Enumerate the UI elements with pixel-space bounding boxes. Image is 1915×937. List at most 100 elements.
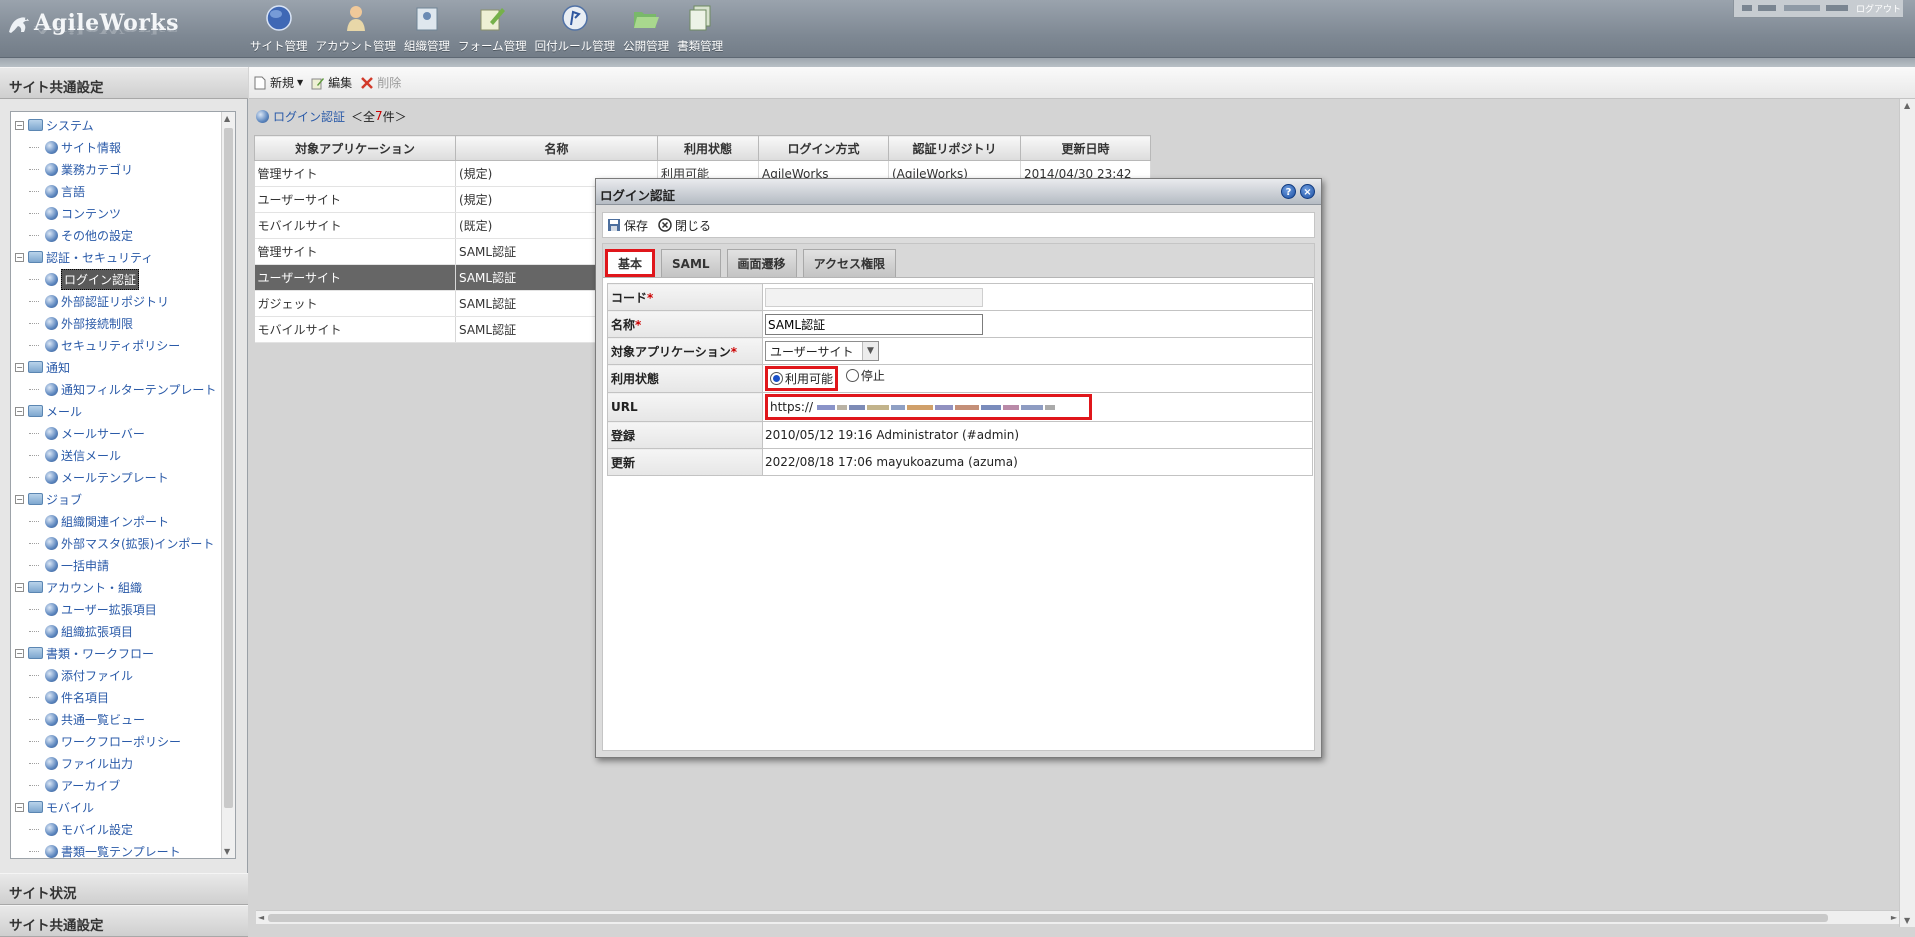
nav-publish-management[interactable]: 公開管理 bbox=[619, 4, 673, 56]
tree-folder[interactable]: − 書類・ワークフロー bbox=[15, 643, 154, 663]
settings-item-icon bbox=[45, 272, 58, 286]
column-header[interactable]: 対象アプリケーション bbox=[254, 135, 456, 161]
tree-item[interactable]: 一括申請 bbox=[29, 555, 109, 575]
tree-item[interactable]: 組織拡張項目 bbox=[29, 621, 133, 641]
collapse-toggle-icon[interactable]: − bbox=[15, 120, 24, 130]
column-header[interactable]: ログイン方式 bbox=[758, 135, 889, 161]
tree-scrollbar-thumb[interactable] bbox=[224, 128, 233, 808]
url-value[interactable]: https:// bbox=[770, 400, 813, 414]
tree-item[interactable]: サイト情報 bbox=[29, 137, 121, 157]
target-app-select[interactable]: ユーザーサイト ▼ bbox=[765, 341, 879, 361]
nav-form-management[interactable]: フォーム管理 bbox=[454, 4, 531, 56]
tree-item[interactable]: コンテンツ bbox=[29, 203, 121, 223]
collapse-toggle-icon[interactable]: − bbox=[15, 802, 24, 812]
tree-item[interactable]: その他の設定 bbox=[29, 225, 133, 245]
tree-label: 書類・ワークフロー bbox=[46, 646, 155, 661]
column-header[interactable]: 名称 bbox=[455, 135, 658, 161]
close-button[interactable]: 閉じる bbox=[658, 217, 711, 234]
tab-basic[interactable]: 基本 bbox=[605, 249, 656, 277]
left-panel-title[interactable]: サイト共通設定 bbox=[0, 67, 248, 99]
dialog-titlebar[interactable]: ログイン認証 ? × bbox=[596, 179, 1321, 205]
tree-item[interactable]: ファイル出力 bbox=[29, 753, 133, 773]
column-header[interactable]: 利用状態 bbox=[657, 135, 759, 161]
tree-item[interactable]: 組織関連インポート bbox=[29, 511, 169, 531]
tree-item[interactable]: 外部認証リポジトリ bbox=[29, 291, 169, 311]
status-stopped-radio[interactable]: 停止 bbox=[845, 367, 885, 384]
agileworks-logo[interactable]: AgileWorks AgileWorks bbox=[6, 8, 179, 44]
save-button[interactable]: 保存 bbox=[607, 217, 648, 234]
tree-item[interactable]: モバイル設定 bbox=[29, 819, 133, 839]
scroll-down-icon[interactable]: ▼ bbox=[224, 847, 230, 856]
tree-folder[interactable]: − アカウント・組織 bbox=[15, 577, 142, 597]
status-available-radio[interactable]: 利用可能 bbox=[770, 370, 833, 387]
tree-item[interactable]: 添付ファイル bbox=[29, 665, 133, 685]
tree-folder[interactable]: − ジョブ bbox=[15, 489, 82, 509]
tree-item[interactable]: セキュリティポリシー bbox=[29, 335, 180, 355]
horizontal-scrollbar-thumb[interactable] bbox=[268, 914, 1828, 922]
settings-item-icon bbox=[45, 162, 58, 176]
new-document-icon bbox=[254, 76, 266, 89]
scroll-left-icon[interactable]: ◄ bbox=[258, 913, 264, 922]
tree-item[interactable]: 業務カテゴリ bbox=[29, 159, 133, 179]
column-header[interactable]: 更新日時 bbox=[1020, 135, 1151, 161]
collapse-toggle-icon[interactable]: − bbox=[15, 252, 24, 262]
code-field bbox=[765, 287, 983, 307]
tree-item[interactable]: ワークフローポリシー bbox=[29, 731, 181, 751]
collapse-toggle-icon[interactable]: − bbox=[15, 362, 24, 372]
tree-item[interactable]: 外部接続制限 bbox=[29, 313, 133, 333]
tree-item[interactable]: ユーザー拡張項目 bbox=[29, 599, 157, 619]
tree-item[interactable]: 外部マスタ(拡張)インポート bbox=[29, 533, 214, 553]
delete-button[interactable]: 削除 bbox=[360, 74, 401, 91]
name-field[interactable] bbox=[765, 313, 983, 335]
panel-site-common-settings[interactable]: サイト共通設定 bbox=[0, 905, 248, 937]
collapse-toggle-icon[interactable]: − bbox=[15, 406, 24, 416]
globe-icon bbox=[266, 5, 292, 31]
nav-organization-management[interactable]: 組織管理 bbox=[400, 4, 454, 56]
tree-item[interactable]: アーカイブ bbox=[29, 775, 120, 795]
tree-item[interactable]: 言語 bbox=[29, 181, 85, 201]
logout-link[interactable]: ログアウト bbox=[1856, 2, 1901, 15]
tab-saml[interactable]: SAML bbox=[661, 249, 721, 277]
panel-site-status[interactable]: サイト状況 bbox=[0, 873, 248, 905]
scroll-down-icon[interactable]: ▼ bbox=[1904, 916, 1910, 925]
column-header[interactable]: 認証リポジトリ bbox=[888, 135, 1021, 161]
tree-item[interactable]: 件名項目 bbox=[29, 687, 109, 707]
tree-item[interactable]: 共通一覧ビュー bbox=[29, 709, 145, 729]
scroll-right-icon[interactable]: ► bbox=[1891, 913, 1897, 922]
nav-account-management[interactable]: アカウント管理 bbox=[312, 4, 401, 56]
main-vertical-scrollbar[interactable]: ▲ ▼ bbox=[1899, 99, 1915, 927]
nav-site-management[interactable]: サイト管理 bbox=[246, 4, 312, 56]
close-icon[interactable]: × bbox=[1300, 184, 1315, 199]
tree-folder[interactable]: − メール bbox=[15, 401, 82, 421]
tree-label: ジョブ bbox=[46, 492, 83, 507]
collapse-toggle-icon[interactable]: − bbox=[15, 494, 24, 504]
tree-folder[interactable]: − システム bbox=[15, 115, 94, 135]
tree-item[interactable]: メールサーバー bbox=[29, 423, 145, 443]
nav-document-management[interactable]: 書類管理 bbox=[673, 4, 727, 56]
tree-folder[interactable]: − 通知 bbox=[15, 357, 70, 377]
collapse-toggle-icon[interactable]: − bbox=[15, 582, 24, 592]
list-title[interactable]: ログイン認証 bbox=[273, 108, 345, 125]
tree-folder[interactable]: − モバイル bbox=[15, 797, 94, 817]
nav-route-rule-management[interactable]: 回付ルール管理 bbox=[531, 4, 620, 56]
tree-item[interactable]: 書類一覧テンプレート bbox=[29, 841, 181, 858]
tree-item[interactable]: メールテンプレート bbox=[29, 467, 169, 487]
tree-scrollbar[interactable]: ▲ ▼ bbox=[221, 112, 235, 858]
tree-item[interactable]: ログイン認証 bbox=[29, 268, 140, 290]
dialog-toolbar: 保存 閉じる bbox=[602, 212, 1315, 238]
collapse-toggle-icon[interactable]: − bbox=[15, 648, 24, 658]
edit-button[interactable]: 編集 bbox=[311, 74, 352, 91]
main-horizontal-scrollbar[interactable]: ◄ ► bbox=[256, 910, 1899, 924]
tree-folder[interactable]: − 認証・セキュリティ bbox=[15, 247, 153, 267]
help-icon[interactable]: ? bbox=[1281, 184, 1296, 199]
main-nav: サイト管理 アカウント管理 組織管理 フォーム管理 回付ルール管理 公開管理 書… bbox=[246, 4, 727, 56]
tab-screen-transition[interactable]: 画面遷移 bbox=[726, 249, 797, 277]
tree-item[interactable]: 通知フィルターテンプレート bbox=[29, 379, 216, 399]
new-button[interactable]: 新規 ▼ bbox=[253, 74, 303, 91]
scroll-up-icon[interactable]: ▲ bbox=[1904, 101, 1910, 110]
status-cell: 利用可能 停止 bbox=[762, 364, 1313, 393]
tab-access-rights[interactable]: アクセス権限 bbox=[802, 249, 896, 277]
settings-item-icon bbox=[45, 294, 58, 308]
scroll-up-icon[interactable]: ▲ bbox=[224, 114, 230, 123]
tree-item[interactable]: 送信メール bbox=[29, 445, 121, 465]
